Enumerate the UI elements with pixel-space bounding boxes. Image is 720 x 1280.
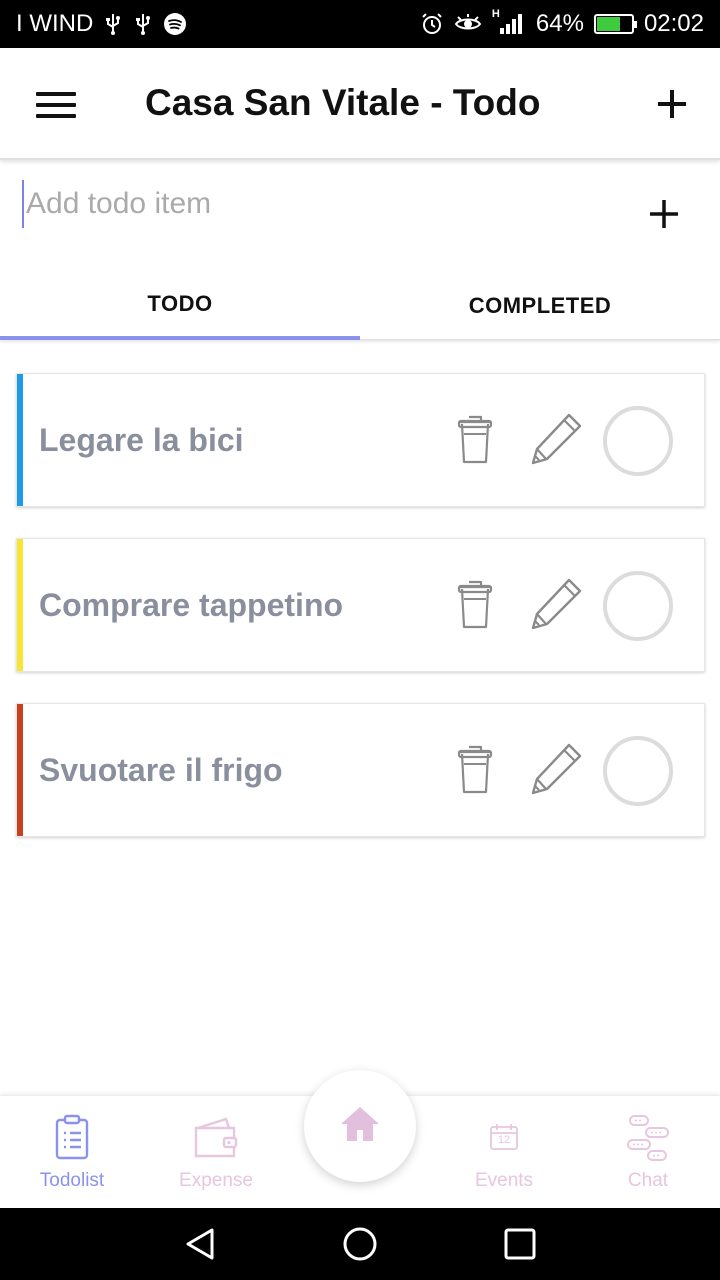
complete-checkbox[interactable]	[603, 406, 673, 476]
todo-text: Svuotare il frigo	[39, 751, 283, 788]
alarm-icon	[420, 12, 444, 36]
status-bar: I WIND H 64% 02:02	[0, 0, 720, 48]
network-type-label: H	[491, 8, 500, 20]
wallet-icon	[192, 1114, 240, 1162]
nav-item-todolist[interactable]: Todolist	[0, 1096, 144, 1209]
battery-icon	[593, 14, 637, 34]
calendar-icon: 12	[489, 1122, 519, 1152]
todo-color-bar	[17, 374, 23, 506]
nav-item-expense[interactable]: Expense	[144, 1096, 288, 1209]
nav-label: Expense	[179, 1170, 253, 1191]
todo-text: Legare la bici	[39, 421, 244, 458]
back-icon[interactable]	[180, 1224, 220, 1264]
trash-icon[interactable]	[455, 577, 495, 631]
usb-icon	[133, 12, 153, 36]
page-title: Casa San Vitale - Todo	[145, 82, 541, 123]
pencil-icon[interactable]	[527, 410, 585, 468]
carrier-label: I WIND	[16, 10, 94, 37]
todo-card: Svuotare il frigo	[16, 703, 705, 837]
calendar-day: 12	[497, 1134, 511, 1146]
clock: 02:02	[643, 10, 704, 37]
nav-item-events[interactable]: 12 Events	[432, 1096, 576, 1209]
nav-label: Todolist	[39, 1170, 105, 1191]
todo-color-bar	[17, 704, 23, 836]
complete-checkbox[interactable]	[603, 736, 673, 806]
status-bar-right: H 64% 02:02	[420, 0, 704, 48]
add-todo-row	[0, 162, 720, 272]
nav-label: Chat	[627, 1170, 669, 1191]
chat-bubbles-icon	[624, 1114, 672, 1162]
add-todo-plus-icon[interactable]	[646, 196, 682, 232]
usb-icon	[103, 12, 123, 36]
app-bar: Casa San Vitale - Todo	[0, 48, 720, 160]
todo-color-bar	[17, 539, 23, 671]
status-bar-left: I WIND	[16, 0, 187, 48]
todo-text: Comprare tappetino	[39, 586, 344, 623]
battery-level	[596, 17, 620, 31]
tab-completed[interactable]: COMPLETED	[360, 272, 720, 340]
clipboard-list-icon	[48, 1114, 96, 1162]
trash-icon[interactable]	[455, 412, 495, 466]
nav-label: Events	[474, 1170, 534, 1191]
todo-card: Legare la bici	[16, 373, 705, 507]
nav-item-chat[interactable]: Chat	[576, 1096, 720, 1209]
spotify-icon	[163, 12, 187, 36]
home-button[interactable]	[304, 1070, 416, 1182]
plus-icon[interactable]	[652, 84, 692, 124]
add-todo-input[interactable]	[22, 180, 612, 228]
pencil-icon[interactable]	[527, 575, 585, 633]
tab-todo[interactable]: TODO	[0, 272, 360, 340]
todo-card: Comprare tappetino	[16, 538, 705, 672]
tab-bar: TODO COMPLETED	[0, 272, 720, 340]
complete-checkbox[interactable]	[603, 571, 673, 641]
home-icon	[339, 1104, 381, 1149]
recents-icon[interactable]	[500, 1224, 540, 1264]
trash-icon[interactable]	[455, 742, 495, 796]
hamburger-menu-icon[interactable]	[36, 92, 76, 118]
system-nav-bar	[0, 1208, 720, 1280]
eye-icon	[454, 13, 482, 35]
pencil-icon[interactable]	[527, 740, 585, 798]
battery-percent: 64%	[535, 10, 584, 37]
home-circle-icon[interactable]	[340, 1224, 380, 1264]
signal-icon: H	[492, 8, 526, 36]
